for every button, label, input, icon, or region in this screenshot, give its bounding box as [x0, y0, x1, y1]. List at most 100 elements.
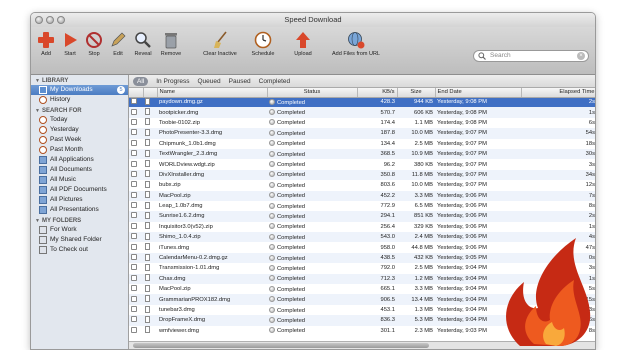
- row-checkbox[interactable]: [129, 252, 143, 264]
- row-checkbox[interactable]: [129, 201, 143, 211]
- checkbox[interactable]: [131, 306, 137, 312]
- search-field[interactable]: Search ×: [473, 50, 589, 62]
- table-row[interactable]: WORLDview.wdgt.zip Completed 96.2 380 KB Yes…: [129, 159, 595, 169]
- table-row[interactable]: bootpicker.dmg Completed 570.7 606 KB Yester…: [129, 107, 595, 118]
- checkbox[interactable]: [131, 212, 137, 219]
- row-checkbox[interactable]: [129, 273, 143, 285]
- column-header-end-date[interactable]: End Date: [435, 88, 522, 98]
- clear-inactive-button[interactable]: Clear Inactive: [197, 31, 243, 57]
- column-header-name[interactable]: Name: [157, 88, 268, 98]
- add-button[interactable]: Add: [35, 31, 57, 57]
- zoom-window-button[interactable]: [57, 16, 65, 24]
- checkbox[interactable]: [131, 191, 137, 198]
- checkbox[interactable]: [131, 233, 137, 240]
- table-row[interactable]: paydown.dmg.gz Completed 428.3 944 KB Yester…: [129, 97, 595, 108]
- row-checkbox[interactable]: [129, 190, 143, 201]
- filter-in-progress[interactable]: In Progress: [156, 78, 189, 85]
- sidebar-item-today[interactable]: Today: [31, 115, 128, 125]
- title-bar[interactable]: Speed Download: [31, 13, 595, 27]
- checkbox[interactable]: [131, 243, 137, 250]
- table-row[interactable]: Toobie-0102.zip Completed 174.4 1.1 MB Yeste…: [129, 118, 595, 128]
- row-checkbox[interactable]: [129, 242, 143, 252]
- add-files-from-url-button[interactable]: Add Files from URL: [323, 31, 389, 57]
- reveal-button[interactable]: Reveal: [131, 31, 155, 57]
- row-checkbox[interactable]: [129, 211, 143, 222]
- sidebar-item-my-shared-folder[interactable]: My Shared Folder: [31, 235, 128, 245]
- row-checkbox[interactable]: [129, 263, 143, 273]
- row-checkbox[interactable]: [129, 222, 143, 232]
- table-row[interactable]: Sunrise1.6.2.dmg Completed 294.1 851 KB Yest…: [129, 211, 595, 222]
- checkbox[interactable]: [131, 139, 137, 146]
- close-window-button[interactable]: [35, 16, 43, 24]
- checkbox[interactable]: [131, 108, 137, 115]
- checkbox[interactable]: [131, 129, 137, 136]
- edit-button[interactable]: Edit: [107, 31, 129, 57]
- sidebar-item-all-presentations[interactable]: All Presentations: [31, 205, 128, 215]
- sidebar-item-my-downloads[interactable]: My Downloads 5: [31, 85, 128, 95]
- table-row[interactable]: Chipmunk_1.0b1.dmg Completed 134.4 2.5 MB Ye…: [129, 139, 595, 149]
- row-checkbox[interactable]: [129, 139, 143, 149]
- checkbox[interactable]: [131, 254, 137, 261]
- sidebar-item-history[interactable]: History: [31, 95, 128, 105]
- checkbox[interactable]: [131, 326, 137, 333]
- sidebar-item-past-month[interactable]: Past Month: [31, 145, 128, 155]
- column-header-size[interactable]: Size: [397, 88, 436, 98]
- checkbox-column-header[interactable]: [129, 88, 144, 98]
- clear-search-icon[interactable]: ×: [577, 52, 585, 60]
- column-header-kbs[interactable]: KB/s: [357, 88, 398, 98]
- row-checkbox[interactable]: [129, 107, 143, 118]
- sidebar-item-all-pdf-documents[interactable]: All PDF Documents: [31, 185, 128, 195]
- row-checkbox[interactable]: [129, 148, 143, 160]
- table-row[interactable]: TextWrangler_2.3.dmg Completed 368.5 10.9 M…: [129, 148, 595, 160]
- row-checkbox[interactable]: [129, 305, 143, 315]
- minimize-window-button[interactable]: [46, 16, 54, 24]
- row-checkbox[interactable]: [129, 326, 143, 336]
- table-row[interactable]: Leap_1.0b7.dmg Completed 772.9 6.5 MB Yester…: [129, 201, 595, 211]
- checkbox[interactable]: [131, 222, 137, 229]
- filter-queued[interactable]: Queued: [197, 78, 220, 85]
- library-header[interactable]: ▼ LIBRARY: [31, 75, 128, 85]
- checkbox[interactable]: [131, 150, 137, 157]
- row-checkbox[interactable]: [129, 180, 143, 190]
- sidebar-item-all-music[interactable]: All Music: [31, 175, 128, 185]
- upload-button[interactable]: Upload: [289, 31, 317, 57]
- table-row[interactable]: MacPool.zip Completed 452.2 3.3 MB Yesterday…: [129, 190, 595, 201]
- stop-button[interactable]: Stop: [83, 31, 105, 57]
- checkbox[interactable]: [131, 316, 137, 323]
- filter-all[interactable]: All: [133, 76, 149, 86]
- sidebar-item-to-check-out[interactable]: To Check out: [31, 245, 128, 255]
- row-checkbox[interactable]: [129, 169, 143, 181]
- sidebar-item-yesterday[interactable]: Yesterday: [31, 125, 128, 135]
- row-checkbox[interactable]: [129, 284, 143, 294]
- search-for-header[interactable]: ▼ SEARCH FOR: [31, 105, 128, 115]
- row-checkbox[interactable]: [129, 159, 143, 169]
- table-row[interactable]: DivXInstaller.dmg Completed 350.8 11.8 MB Ye…: [129, 169, 595, 181]
- sidebar-item-past-week[interactable]: Past Week: [31, 135, 128, 145]
- filter-paused[interactable]: Paused: [229, 78, 251, 85]
- checkbox[interactable]: [131, 170, 137, 177]
- checkbox[interactable]: [131, 264, 137, 271]
- row-checkbox[interactable]: [129, 232, 143, 243]
- checkbox[interactable]: [131, 181, 137, 188]
- row-checkbox[interactable]: [129, 118, 143, 128]
- sidebar-item-for-work[interactable]: For Work: [31, 225, 128, 235]
- row-checkbox[interactable]: [129, 128, 143, 139]
- schedule-button[interactable]: Schedule: [247, 31, 279, 57]
- row-checkbox[interactable]: [129, 315, 143, 326]
- start-button[interactable]: Start: [59, 31, 81, 57]
- filter-completed[interactable]: Completed: [259, 78, 290, 85]
- column-header-status[interactable]: Status: [267, 88, 358, 98]
- row-checkbox[interactable]: [129, 294, 143, 305]
- remove-button[interactable]: Remove: [158, 31, 184, 57]
- sidebar-item-all-pictures[interactable]: All Pictures: [31, 195, 128, 205]
- scrollbar-thumb[interactable]: [133, 343, 429, 348]
- table-row[interactable]: PhotoPresenter-3.3.dmg Completed 187.8 10.0…: [129, 128, 595, 139]
- checkbox[interactable]: [131, 274, 137, 281]
- sidebar-item-all-documents[interactable]: All Documents: [31, 165, 128, 175]
- checkbox[interactable]: [131, 118, 137, 125]
- icon-column-header[interactable]: [143, 88, 158, 98]
- sidebar-item-all-applications[interactable]: All Applications: [31, 155, 128, 165]
- column-header-elapsed-time[interactable]: Elapsed Time: [521, 88, 595, 98]
- checkbox[interactable]: [131, 160, 137, 167]
- checkbox[interactable]: [131, 285, 137, 292]
